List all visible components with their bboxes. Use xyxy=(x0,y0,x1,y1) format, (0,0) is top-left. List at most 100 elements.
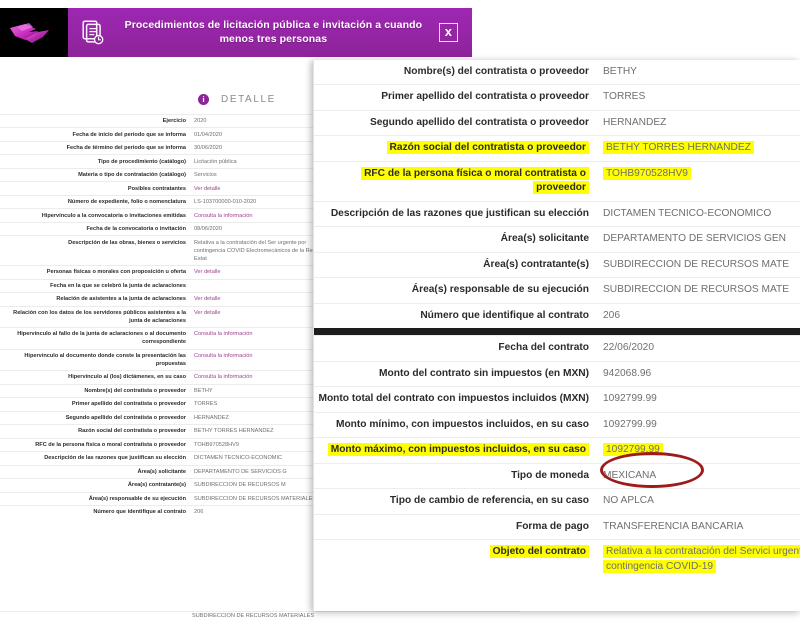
row-label: Personas físicas o morales con proposici… xyxy=(0,266,192,279)
row-value: 206 xyxy=(597,303,800,328)
row-label: Ejercicio xyxy=(0,115,192,128)
table-row: Relación con los datos de los servidores… xyxy=(0,306,330,328)
row-label: Descripción de las razones que justifica… xyxy=(0,452,192,465)
row-value: Relativa a la contratación del Ser urgen… xyxy=(192,236,330,266)
row-value-link[interactable]: Consulta la información xyxy=(192,349,330,371)
row-value: BETHY TORRES HERNANDEZ xyxy=(192,425,330,438)
background-bottom-value: SUBDIRECCION DE RECURSOS MATERIALES xyxy=(0,611,520,619)
table-row: RFC de la persona física o moral contrat… xyxy=(0,438,330,451)
info-circle-icon: i xyxy=(198,94,209,105)
table-row: Área(s) contratante(s)SUBDIRECCION DE RE… xyxy=(0,479,330,492)
row-label: Hipervínculo al documento donde conste l… xyxy=(0,349,192,371)
row-value-link[interactable]: Ver detalle xyxy=(192,306,330,328)
row-label: Tipo de procedimiento (catálogo) xyxy=(0,155,192,168)
page-title: Procedimientos de licitación pública e i… xyxy=(118,19,429,45)
row-label: Fecha del contrato xyxy=(314,336,597,361)
row-label: Nombre(s) del contratista o proveedor xyxy=(314,60,597,85)
row-value: HERNANDEZ xyxy=(597,110,800,135)
row-value: BETHY xyxy=(192,384,330,397)
table-row: Área(s) solicitanteDEPARTAMENTO DE SERVI… xyxy=(0,465,330,478)
row-value: 2020 xyxy=(192,115,330,128)
table-row: Fecha de la convocatoria o invitación08/… xyxy=(0,222,330,235)
row-value-text: BETHY TORRES HERNANDEZ xyxy=(603,141,754,154)
row-label: Área(s) responsable de su ejecución xyxy=(314,278,597,303)
black-band xyxy=(314,328,800,335)
detalle-section-title: DETALLE xyxy=(221,94,276,105)
row-value-link[interactable]: Consulta la información xyxy=(192,328,330,350)
table-row: Área(s) responsable de su ejecuciónSUBDI… xyxy=(0,492,330,505)
row-value-link[interactable]: Consulta la información xyxy=(192,209,330,222)
row-value: 01/04/2020 xyxy=(192,128,330,141)
row-value-link[interactable]: Ver detalle xyxy=(192,182,330,195)
row-label: Primer apellido del contratista o provee… xyxy=(314,85,597,110)
row-label: Hipervínculo a la convocatoria o invitac… xyxy=(0,209,192,222)
row-label: Número que identifique al contrato xyxy=(314,303,597,328)
row-label: Fecha en la que se celebró la junta de a… xyxy=(0,279,192,292)
table-row: Segundo apellido del contratista o prove… xyxy=(314,110,800,135)
row-value: LS-103700000-010-2020 xyxy=(192,195,330,208)
row-value: SUBDIRECCION DE RECURSOS MATE xyxy=(597,278,800,303)
logo-container xyxy=(0,8,68,57)
row-value: 1092799.99 xyxy=(597,412,800,437)
row-value: DICTAMEN TECNICO-ECONOMIC xyxy=(192,452,330,465)
row-label: Fecha de término del periodo que se info… xyxy=(0,141,192,154)
row-label: Descripción de las razones que justifica… xyxy=(314,201,597,226)
row-label: Razón social del contratista o proveedor xyxy=(0,425,192,438)
table-row: Ejercicio2020 xyxy=(0,115,330,128)
row-label: Objeto del contrato xyxy=(314,540,597,579)
row-value-link[interactable]: Ver detalle xyxy=(192,266,330,279)
table-row: Número de expediente, folio o nomenclatu… xyxy=(0,195,330,208)
row-value-link[interactable]: Ver detalle xyxy=(192,293,330,306)
row-value: DICTAMEN TECNICO-ECONOMICO xyxy=(597,201,800,226)
table-row: Monto mínimo, con impuestos incluidos, e… xyxy=(314,412,800,437)
row-label: Número de expediente, folio o nomenclatu… xyxy=(0,195,192,208)
row-label: Área(s) responsable de su ejecución xyxy=(0,492,192,505)
row-value-link[interactable]: Consulta la información xyxy=(192,371,330,384)
row-label: Fecha de inicio del periodo que se infor… xyxy=(0,128,192,141)
row-value: TORRES xyxy=(192,398,330,411)
table-row: Hipervínculo a la convocatoria o invitac… xyxy=(0,209,330,222)
table-row: Posibles contratantesVer detalle xyxy=(0,182,330,195)
table-row: Área(s) responsable de su ejecuciónSUBDI… xyxy=(314,278,800,303)
screenshot-root: Procedimientos de licitación pública e i… xyxy=(0,0,800,632)
row-label: Razón social del contratista o proveedor xyxy=(314,136,597,161)
row-label: Número que identifique al contrato xyxy=(0,506,192,519)
document-clock-icon xyxy=(82,20,104,46)
divider-band-cell xyxy=(314,328,800,336)
table-row: Razón social del contratista o proveedor… xyxy=(314,136,800,161)
close-button[interactable]: x xyxy=(439,23,458,41)
row-label: Primer apellido del contratista o provee… xyxy=(0,398,192,411)
table-row: Fecha de término del periodo que se info… xyxy=(0,141,330,154)
table-row: Tipo de cambio de referencia, en su caso… xyxy=(314,489,800,514)
row-label: Segundo apellido del contratista o prove… xyxy=(0,411,192,424)
row-value: 206 xyxy=(192,506,330,519)
row-label-text: Razón social del contratista o proveedor xyxy=(387,141,589,154)
row-label: Monto máximo, con impuestos incluidos, e… xyxy=(314,438,597,463)
row-value: SUBDIRECCION DE RECURSOS MATERIALES xyxy=(192,492,330,505)
row-label: Área(s) solicitante xyxy=(314,227,597,252)
row-value: 942068.96 xyxy=(597,361,800,386)
table-row: Número que identifique al contrato206 xyxy=(0,506,330,519)
overlay-detail-table: Nombre(s) del contratista o proveedorBET… xyxy=(314,60,800,579)
table-row: Monto total del contrato con impuestos i… xyxy=(314,387,800,412)
row-label: Relación de asistentes a la junta de acl… xyxy=(0,293,192,306)
row-value: NO APLCA xyxy=(597,489,800,514)
table-row: Descripción de las razones que justifica… xyxy=(314,201,800,226)
row-label: Tipo de cambio de referencia, en su caso xyxy=(314,489,597,514)
row-value: Servicios xyxy=(192,168,330,181)
row-label: Hipervínculo al fallo de la junta de acl… xyxy=(0,328,192,350)
row-label: Área(s) solicitante xyxy=(0,465,192,478)
row-label: Posibles contratantes xyxy=(0,182,192,195)
detail-overlay-panel: Nombre(s) del contratista o proveedorBET… xyxy=(313,60,800,611)
table-row: Segundo apellido del contratista o prove… xyxy=(0,411,330,424)
row-label: Tipo de moneda xyxy=(314,463,597,488)
row-value: BETHY xyxy=(597,60,800,85)
detalle-section-header: i DETALLE xyxy=(0,62,330,114)
row-label: RFC de la persona física o moral contrat… xyxy=(0,438,192,451)
table-row: Primer apellido del contratista o provee… xyxy=(0,398,330,411)
row-value: DEPARTAMENTO DE SERVICIOS G xyxy=(192,465,330,478)
row-value: SUBDIRECCION DE RECURSOS M xyxy=(192,479,330,492)
table-row: Hipervínculo al (los) dictámenes, en su … xyxy=(0,371,330,384)
row-value: 1092799.99 xyxy=(597,438,800,463)
mexican-eagle-logo xyxy=(5,18,63,48)
